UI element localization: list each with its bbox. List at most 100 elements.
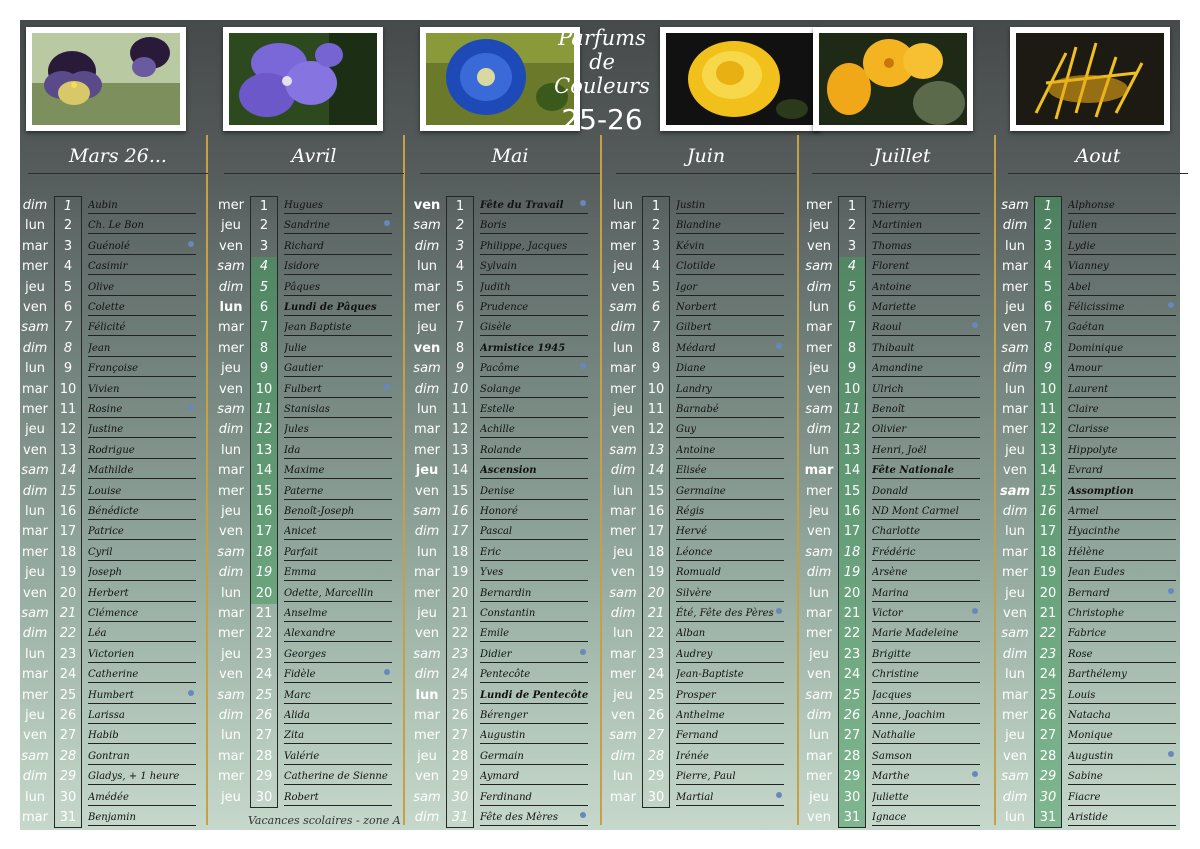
saint-name: Marina	[872, 584, 980, 602]
saint-name: Aristide	[1068, 808, 1176, 826]
weekday-label: mer	[1001, 422, 1028, 438]
day-number: 31	[54, 808, 82, 829]
saint-name: Julien	[1068, 216, 1176, 235]
weekday-label: mar	[218, 463, 244, 479]
allamanda-photo	[813, 27, 973, 131]
saint-name: Raoul	[872, 318, 980, 337]
day-row: lun 1 Justin	[608, 196, 804, 217]
day-row: sam 13 Antoine	[608, 440, 804, 462]
month-juin: Juin lun 1 Justin mar 2 Blandine mer 3 Kévin jeu 4…	[608, 133, 804, 830]
weekday-label: ven	[23, 442, 47, 458]
weekday-label: dim	[22, 483, 48, 499]
day-row: ven 12 Guy	[608, 420, 804, 441]
weekday-label: lun	[612, 769, 634, 785]
saint-name: Christophe	[1068, 604, 1176, 622]
day-row: mar 21 Anselme	[216, 604, 412, 625]
saint-name: Louise	[88, 482, 196, 500]
saint-name: Pâques	[284, 278, 392, 296]
month-mai: Mai ven 1 Fête du Travail sam 2 Boris dim 3 Phil…	[412, 133, 608, 830]
weekday-label: lun	[1004, 667, 1026, 683]
saint-name: Léa	[88, 624, 196, 643]
day-row: dim 12 Olivier	[804, 420, 1000, 441]
weekday-label: lun	[1004, 524, 1026, 540]
saint-name: Natacha	[1068, 706, 1176, 724]
weekday-label: ven	[23, 300, 47, 315]
day-number: 2	[446, 216, 474, 237]
month-title: Aout	[1008, 141, 1188, 174]
day-number: 1	[838, 196, 866, 217]
day-number: 26	[54, 706, 82, 727]
day-number: 20	[1034, 583, 1062, 604]
weekday-label: ven	[611, 708, 635, 723]
day-number: 21	[1034, 604, 1062, 625]
weekday-label: sam	[413, 504, 441, 519]
weekday-label: dim	[610, 463, 636, 479]
saint-name: Maxime	[284, 461, 392, 480]
day-number: 12	[446, 420, 474, 441]
day-row: mer 27 Augustin	[412, 726, 608, 747]
weekday-label: sam	[413, 361, 441, 377]
saint-name: Bérenger	[480, 706, 588, 724]
day-number: 3	[1034, 236, 1062, 258]
saint-name: Benoît	[872, 400, 980, 418]
weekday-label: dim	[1002, 789, 1028, 805]
day-number: 18	[54, 542, 82, 564]
day-row: jeu 25 Prosper	[608, 685, 804, 706]
day-row: dim 1 Aubin	[20, 196, 216, 217]
weekday-label: jeu	[417, 748, 437, 764]
weekday-label: dim	[218, 279, 244, 295]
day-row: ven 15 Denise	[412, 481, 608, 502]
weekday-label: mer	[21, 687, 48, 703]
weekday-label: ven	[219, 667, 243, 683]
weekday-label: jeu	[809, 218, 829, 234]
saint-name: Jean	[88, 339, 196, 357]
weekday-label: jeu	[1005, 300, 1025, 315]
day-number: 5	[54, 277, 82, 298]
day-row: ven 24 Christine	[804, 665, 1000, 686]
day-number: 21	[838, 604, 866, 625]
day-row: jeu 14 Ascension	[412, 461, 608, 482]
day-number: 2	[1034, 216, 1062, 237]
weekday-label: lun	[808, 442, 830, 458]
day-row: sam 18 Parfait	[216, 542, 412, 564]
weekday-label: ven	[611, 279, 635, 295]
day-number: 10	[1034, 379, 1062, 400]
month-title: Juin	[616, 141, 796, 174]
day-row: mer 1 Hugues	[216, 196, 412, 217]
day-number: 15	[54, 481, 82, 502]
saint-name: Lundi de Pentecôte	[480, 686, 588, 704]
saint-name: Estelle	[480, 400, 588, 418]
saint-name: Humbert	[88, 686, 196, 704]
day-number: 26	[446, 706, 474, 727]
saint-name: Amédée	[88, 788, 196, 806]
saint-name: Aubin	[88, 196, 196, 214]
saint-name: Nathalie	[872, 726, 980, 745]
day-row: mar 11 Claire	[1000, 400, 1196, 421]
saint-name: Anselme	[284, 604, 392, 622]
weekday-label: sam	[21, 606, 49, 621]
day-number: 25	[446, 685, 474, 706]
day-number: 3	[446, 236, 474, 258]
weekday-label: ven	[415, 483, 439, 499]
weekday-label: lun	[24, 361, 46, 377]
saint-name: Philippe, Jacques	[480, 237, 588, 255]
saint-name: Achille	[480, 420, 588, 439]
saint-name: Audrey	[676, 645, 784, 663]
weekday-label: mer	[805, 198, 832, 213]
day-row: jeu 23 Brigitte	[804, 644, 1000, 666]
day-number: 8	[1034, 338, 1062, 360]
weekday-label: mar	[22, 667, 48, 683]
day-row: mar 14 Fête Nationale	[804, 461, 1000, 482]
saint-name: Rodrigue	[88, 441, 196, 459]
day-row: sam 7 Félicité	[20, 318, 216, 339]
day-number: 11	[446, 400, 474, 421]
day-number: 26	[642, 706, 670, 727]
day-number: 21	[250, 604, 278, 625]
saint-name: Larissa	[88, 706, 196, 724]
day-number: 15	[1034, 481, 1062, 502]
weekday-label: ven	[1003, 320, 1027, 336]
weekday-label: mer	[413, 728, 440, 744]
saint-name: Laurent	[1068, 380, 1176, 398]
saint-name: Kévin	[676, 237, 784, 255]
day-number: 27	[642, 726, 670, 747]
